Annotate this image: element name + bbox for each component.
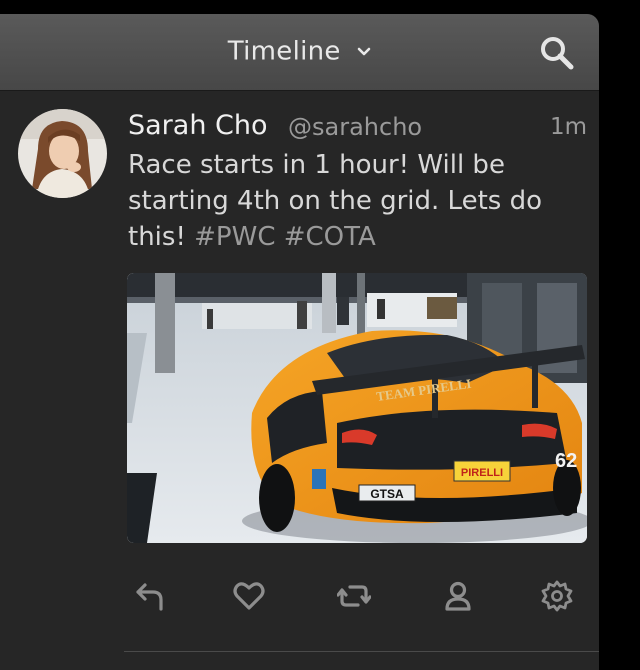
hashtag-link[interactable]: #PWC — [194, 222, 275, 252]
settings-icon[interactable] — [540, 579, 574, 613]
tweet-author-handle[interactable]: @sarahcho — [288, 113, 422, 141]
app-window: Timeline Sarah Cho @sarahcho 1m Race sta… — [0, 14, 599, 670]
tweet-divider — [124, 651, 599, 652]
retweet-icon[interactable] — [337, 579, 371, 613]
tweet-author-name[interactable]: Sarah Cho — [128, 110, 268, 141]
tweet-text: Race starts in 1 hour! Will be starting … — [128, 147, 588, 255]
like-icon[interactable] — [232, 579, 266, 613]
timeline-header: Timeline — [0, 14, 599, 91]
tweet-timestamp: 1m — [550, 114, 588, 140]
chevron-down-icon — [357, 47, 371, 55]
profile-icon[interactable] — [441, 579, 475, 613]
rear-badge-text: GTSA — [370, 487, 404, 501]
reply-icon[interactable] — [133, 579, 167, 613]
header-title: Timeline — [227, 36, 341, 67]
tweet-photo[interactable]: PIRELLI GTSA 62 TEAM PIRELLI — [127, 273, 587, 543]
hashtag-link[interactable]: #COTA — [284, 222, 376, 252]
search-icon[interactable] — [538, 34, 576, 72]
car-number: 62 — [555, 450, 577, 472]
plate-text: PIRELLI — [461, 467, 503, 479]
avatar[interactable] — [18, 109, 107, 198]
timeline-selector[interactable]: Timeline — [0, 36, 599, 67]
